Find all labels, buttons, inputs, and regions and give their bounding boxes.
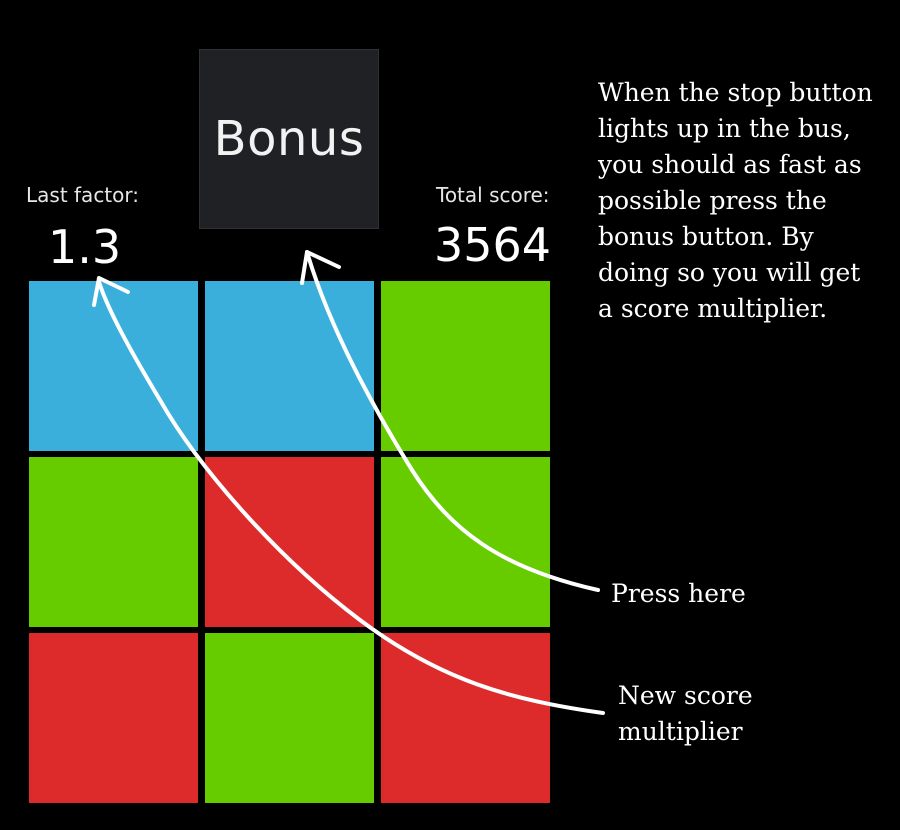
total-score-value: 3564 (434, 218, 552, 272)
last-factor-value: 1.3 (48, 220, 122, 274)
press-here-annotation: Press here (611, 579, 746, 608)
tile-1[interactable] (29, 281, 198, 451)
tile-grid (29, 281, 550, 804)
tile-6[interactable] (381, 457, 550, 627)
tile-7[interactable] (29, 633, 198, 803)
tile-8[interactable] (205, 633, 374, 803)
tile-2[interactable] (205, 281, 374, 451)
last-factor-label: Last factor: (26, 183, 139, 207)
tile-4[interactable] (29, 457, 198, 627)
tile-5[interactable] (205, 457, 374, 627)
total-score-label: Total score: (436, 183, 550, 207)
bonus-button[interactable]: Bonus (199, 49, 379, 229)
new-multiplier-annotation: New score multiplier (618, 681, 753, 746)
tile-9[interactable] (381, 633, 550, 803)
instructions-text: When the stop button lights up in the bu… (598, 78, 873, 323)
tile-3[interactable] (381, 281, 550, 451)
bonus-button-label: Bonus (213, 111, 365, 167)
press-here-arrow-head (300, 250, 341, 285)
